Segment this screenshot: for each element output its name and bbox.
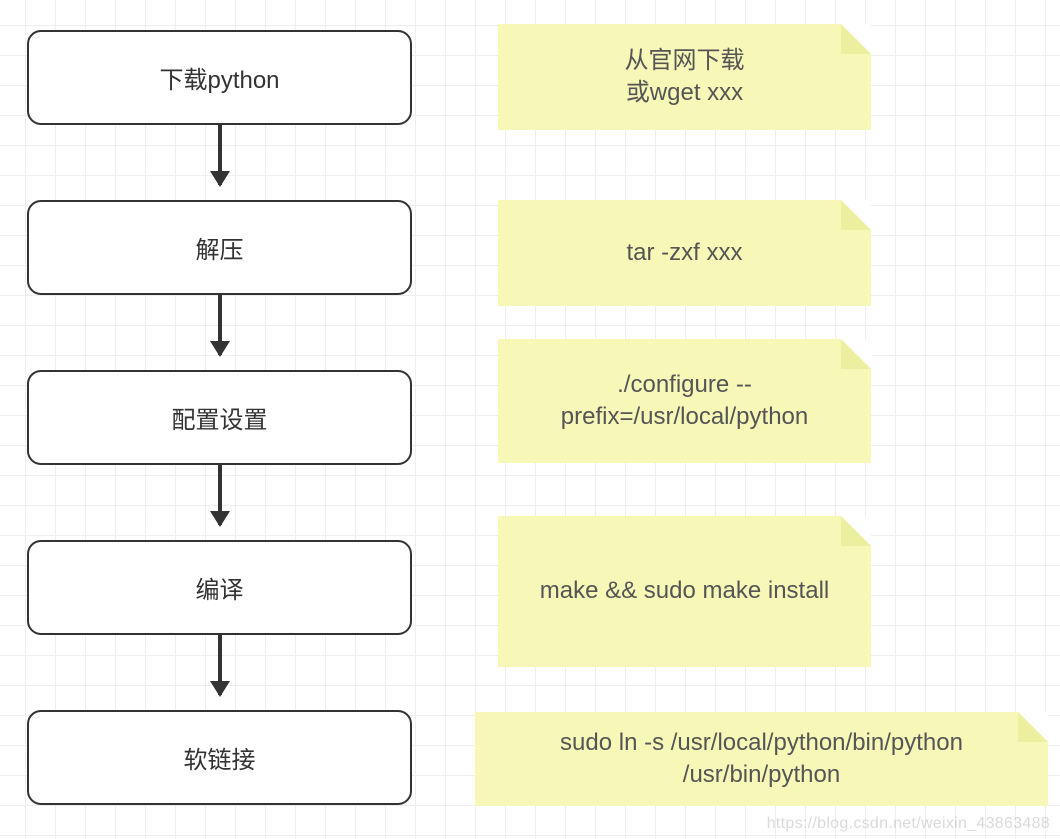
arrow-down-icon [218,125,222,185]
arrow-down-icon [218,295,222,355]
note-download: 从官网下载 或wget xxx [498,24,871,130]
note-symlink: sudo ln -s /usr/local/python/bin/python … [475,712,1048,806]
note-compile: make && sudo make install [498,516,871,667]
arrow-down-icon [218,635,222,695]
step-label: 编译 [196,570,244,605]
step-box-download: 下载python [27,30,412,125]
step-label: 解压 [196,230,244,265]
watermark: https://blog.csdn.net/weixin_43863488 [767,815,1050,833]
step-label: 配置设置 [172,400,268,435]
step-box-configure: 配置设置 [27,370,412,465]
note-text: ./configure -- prefix=/usr/local/python [561,369,808,434]
arrow-down-icon [218,465,222,525]
note-text: 从官网下载 或wget xxx [625,45,745,110]
step-box-compile: 编译 [27,540,412,635]
step-box-extract: 解压 [27,200,412,295]
step-label: 下载python [159,60,279,95]
note-extract: tar -zxf xxx [498,200,871,306]
note-text: tar -zxf xxx [626,237,742,269]
note-configure: ./configure -- prefix=/usr/local/python [498,339,871,463]
note-text: make && sudo make install [540,575,829,607]
step-box-symlink: 软链接 [27,710,412,805]
step-label: 软链接 [184,740,256,775]
note-text: sudo ln -s /usr/local/python/bin/python … [560,727,963,792]
